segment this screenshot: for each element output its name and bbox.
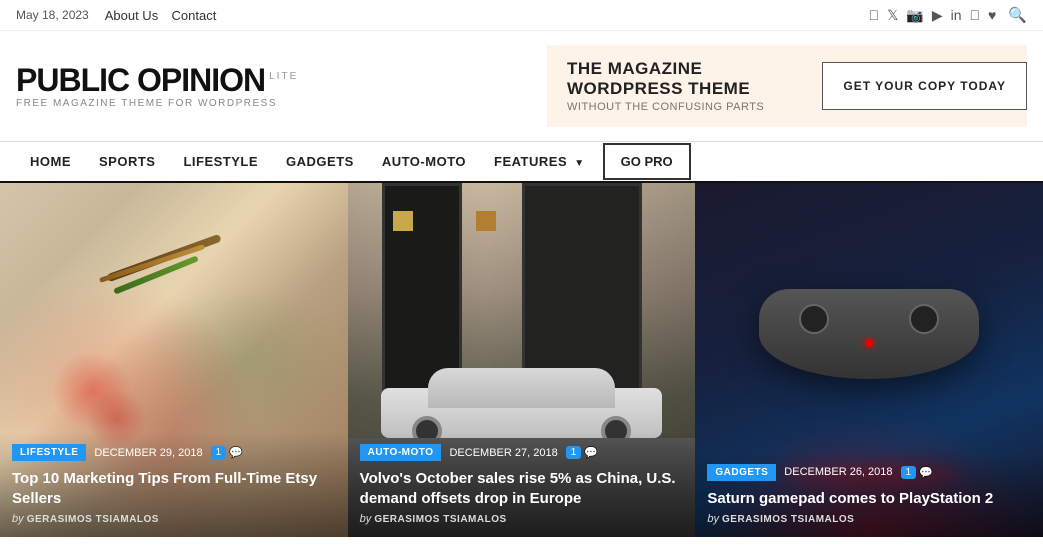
nav-item-sports[interactable]: SPORTS (85, 142, 169, 183)
card-3-author: by GERASIMOS TSIAMALOS (707, 513, 1031, 525)
car-roof (428, 368, 616, 408)
featured-cards-grid: LIFESTYLE DECEMBER 29, 2018 1 💬 Top 10 M… (0, 183, 1043, 537)
card-3-tag[interactable]: GADGETS (707, 464, 776, 481)
facebook-icon[interactable]:  (869, 7, 880, 23)
instagram-icon[interactable]: 📷 (906, 7, 923, 24)
main-nav-bar: HOME SPORTS LIFESTYLE GADGETS AUTO-MOTO … (0, 142, 1043, 183)
card-1-title: Top 10 Marketing Tips From Full-Time Ets… (12, 469, 336, 508)
logo-lite: LITE (269, 71, 298, 82)
card-1-author: by GERASIMOS TSIAMALOS (12, 513, 336, 525)
card-auto-moto: AUTO-MOTO DECEMBER 27, 2018 1 💬 Volvo's … (348, 183, 696, 537)
card-lifestyle: LIFESTYLE DECEMBER 29, 2018 1 💬 Top 10 M… (0, 183, 348, 537)
card-2-title: Volvo's October sales rise 5% as China, … (360, 469, 684, 508)
logo-subtitle: FREE MAGAZINE THEME FOR WORDPRESS (16, 98, 298, 109)
card-2-meta: AUTO-MOTO DECEMBER 27, 2018 1 💬 (360, 444, 684, 461)
card-1-meta: LIFESTYLE DECEMBER 29, 2018 1 💬 (12, 444, 336, 461)
logo-title: PUBLIC OPINIONLITE (16, 64, 298, 96)
card-3-meta: GADGETS DECEMBER 26, 2018 1 💬 (707, 464, 1031, 481)
card-3-date: DECEMBER 26, 2018 (784, 466, 892, 478)
site-header: PUBLIC OPINIONLITE FREE MAGAZINE THEME F… (0, 31, 1043, 142)
promo-cta-button[interactable]: GET YOUR COPY TODAY (822, 62, 1027, 110)
nav-item-auto-moto[interactable]: AUTO-MOTO (368, 142, 480, 183)
youtube-icon[interactable]: ▶ (932, 7, 943, 24)
promo-text-area: THE MAGAZINE WORDPRESS THEME WITHOUT THE… (547, 45, 822, 127)
contact-link[interactable]: Contact (172, 8, 217, 23)
twitter-icon[interactable]: 𝕏 (887, 7, 898, 24)
card-gadgets: GADGETS DECEMBER 26, 2018 1 💬 Saturn gam… (695, 183, 1043, 537)
nav-item-lifestyle[interactable]: LIFESTYLE (169, 142, 272, 183)
joystick-left (799, 304, 829, 334)
nav-item-features[interactable]: FEATURES ▼ (480, 142, 599, 183)
top-nav: About Us Contact (105, 8, 217, 23)
top-bar-left: May 18, 2023 About Us Contact (16, 8, 216, 23)
card-2-comments: 1 💬 (566, 446, 598, 459)
controller-body (759, 289, 979, 379)
header-promo-banner: THE MAGAZINE WORDPRESS THEME WITHOUT THE… (547, 45, 1027, 127)
window-2 (476, 211, 496, 231)
card-1-tag[interactable]: LIFESTYLE (12, 444, 86, 461)
social-icons-bar:  𝕏 📷 ▶ in  ♥ 🔍 (869, 6, 1027, 24)
promo-sub-text: WITHOUT THE CONFUSING PARTS (567, 101, 802, 113)
nav-gopro-button[interactable]: GO PRO (603, 143, 691, 180)
promo-main-text: THE MAGAZINE WORDPRESS THEME (567, 59, 802, 99)
card-3-title: Saturn gamepad comes to PlayStation 2 (707, 489, 1031, 509)
linkedin-icon[interactable]: in (951, 7, 962, 23)
top-bar: May 18, 2023 About Us Contact  𝕏 📷 ▶ in… (0, 0, 1043, 31)
card-2-author: by GERASIMOS TSIAMALOS (360, 513, 684, 525)
joystick-right (909, 304, 939, 334)
card-1-date: DECEMBER 29, 2018 (94, 447, 202, 459)
wordpress-icon[interactable]:  (970, 7, 981, 23)
car-silhouette (365, 348, 678, 438)
card-3-comments: 1 💬 (901, 466, 933, 479)
card-3-bottom: GADGETS DECEMBER 26, 2018 1 💬 Saturn gam… (695, 452, 1043, 538)
rss-icon[interactable]: ♥ (988, 7, 996, 23)
card-2-date: DECEMBER 27, 2018 (449, 447, 557, 459)
nav-item-gadgets[interactable]: GADGETS (272, 142, 368, 183)
card-2-tag[interactable]: AUTO-MOTO (360, 444, 442, 461)
card-1-bottom: LIFESTYLE DECEMBER 29, 2018 1 💬 Top 10 M… (0, 432, 348, 537)
card-2-bottom: AUTO-MOTO DECEMBER 27, 2018 1 💬 Volvo's … (348, 432, 696, 537)
search-icon[interactable]: 🔍 (1008, 6, 1027, 24)
about-us-link[interactable]: About Us (105, 8, 158, 23)
logo-area: PUBLIC OPINIONLITE FREE MAGAZINE THEME F… (16, 64, 298, 109)
window-1 (393, 211, 413, 231)
nav-item-home[interactable]: HOME (16, 142, 85, 183)
card-1-comments: 1 💬 (211, 446, 243, 459)
date-label: May 18, 2023 (16, 8, 89, 22)
features-dropdown-arrow: ▼ (574, 158, 584, 169)
controller-light (865, 339, 873, 347)
